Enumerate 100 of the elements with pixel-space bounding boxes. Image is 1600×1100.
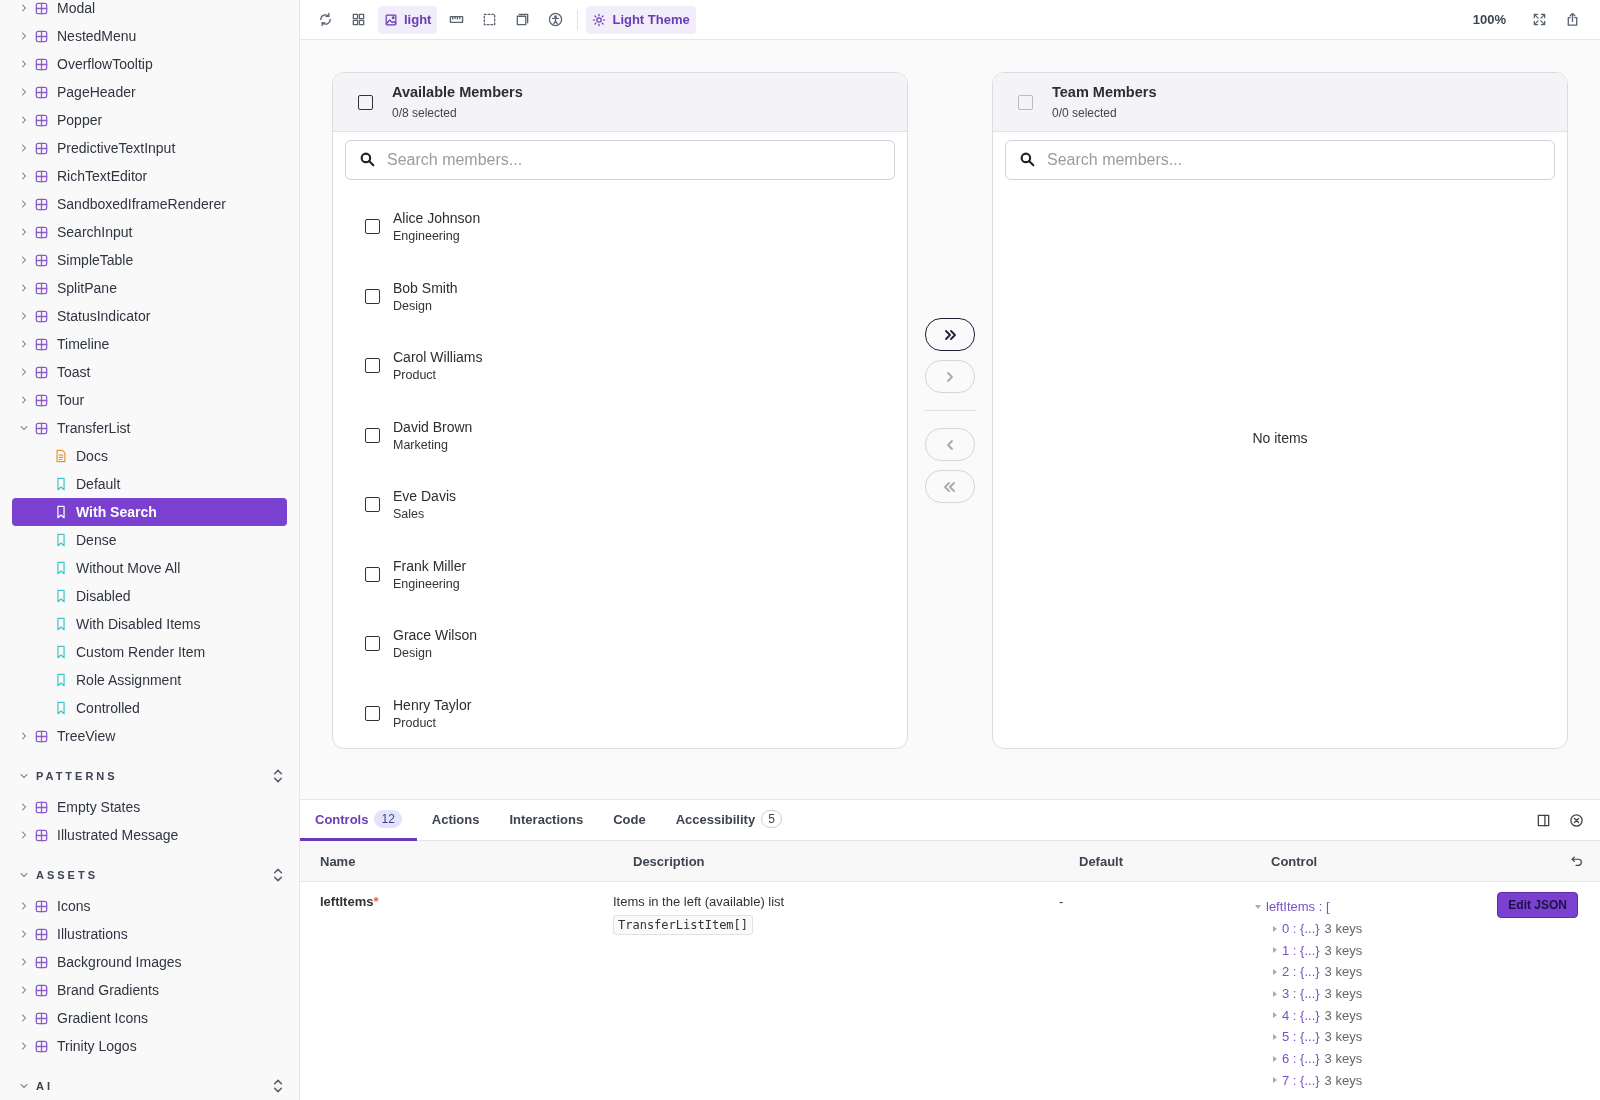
sidebar-item[interactable]: Controlled [12, 694, 287, 722]
item-checkbox[interactable] [365, 497, 380, 513]
panel-tab[interactable]: Actions [416, 800, 495, 841]
component-icon [34, 728, 49, 744]
component-icon [34, 0, 49, 16]
bookmark-icon [54, 477, 68, 491]
sidebar-item[interactable]: PredictiveTextInput [12, 134, 287, 162]
sidebar-item[interactable]: SimpleTable [12, 246, 287, 274]
sidebar-item[interactable]: Background Images [12, 948, 287, 976]
sidebar-item[interactable]: SandboxedIframeRenderer [12, 190, 287, 218]
tree-node[interactable]: 2 : {...} 3 keys [1255, 961, 1363, 983]
member-department: Design [393, 298, 433, 313]
member-department: Product [393, 715, 438, 730]
bookmark-icon [54, 533, 68, 547]
undo-icon[interactable] [1570, 854, 1584, 868]
tree-node[interactable]: 4 : {...} 3 keys [1255, 1004, 1363, 1027]
panel-tab[interactable]: Code [598, 800, 661, 841]
tree-node[interactable]: 5 : {...} 3 keys [1255, 1026, 1363, 1048]
accessibility-icon [548, 12, 564, 27]
empty-message: No items [1252, 430, 1308, 446]
default-value: - [1059, 894, 1064, 909]
member-department: Design [393, 646, 433, 661]
sidebar-item[interactable]: SearchInput [12, 218, 287, 246]
bookmark-icon [54, 561, 68, 575]
sidebar-item[interactable]: Role Assignment [12, 666, 287, 694]
bookmark-icon [54, 701, 68, 715]
sidebar-item[interactable]: Icons [12, 892, 287, 920]
bookmark-icon [54, 505, 68, 519]
item-checkbox[interactable] [365, 636, 380, 652]
sidebar-item[interactable]: Empty States [12, 793, 287, 821]
tree-node[interactable]: 3 : {...} 3 keys [1255, 982, 1363, 1005]
panel-tab[interactable]: Interactions [494, 800, 599, 841]
sidebar-item[interactable]: Illustrations [12, 920, 287, 948]
sidebar-item[interactable]: Timeline [12, 330, 287, 358]
sidebar-item[interactable]: Default [12, 470, 287, 498]
sidebar-item[interactable]: NestedMenu [12, 22, 287, 50]
panel-title: Available Members [392, 84, 523, 100]
toolbar-button[interactable]: Light Theme [586, 5, 696, 34]
section-header[interactable]: ASSETS [12, 861, 287, 889]
item-checkbox[interactable] [365, 288, 380, 304]
sidebar-item[interactable]: Modal [12, 0, 287, 22]
section-header[interactable]: AI [12, 1072, 287, 1100]
item-checkbox[interactable] [365, 358, 380, 374]
sidebar-item[interactable]: Tour [12, 386, 287, 414]
member-department: Product [393, 368, 438, 383]
close-icon[interactable] [1569, 812, 1584, 828]
tree-node[interactable]: 6 : {...} 3 keys [1255, 1047, 1363, 1070]
member-name: Henry Taylor [393, 696, 472, 713]
type-label: TransferListItem[] [613, 915, 754, 935]
item-checkbox[interactable] [365, 427, 380, 443]
sidebar-item[interactable]: With Search [12, 498, 287, 526]
sidebar-item[interactable]: With Disabled Items [12, 610, 287, 638]
tree-node[interactable]: leftItems : [ [1255, 896, 1363, 918]
sidebar-item[interactable]: Disabled [12, 582, 287, 610]
sidebar-item[interactable]: Illustrated Message [12, 821, 287, 849]
component-icon [34, 364, 49, 380]
panel-tab[interactable]: Accessibility 5 [660, 800, 797, 841]
component-icon [34, 252, 49, 268]
sidebar-item[interactable]: RichTextEditor [12, 162, 287, 190]
toolbar-button[interactable]: light [378, 5, 438, 34]
column-header: Name [319, 853, 356, 869]
sidebar-item[interactable]: Custom Render Item [12, 638, 287, 666]
sidebar-item[interactable]: StatusIndicator [12, 302, 287, 330]
tree-node[interactable]: 0 : {...} 3 keys [1255, 917, 1363, 940]
sidebar-item[interactable]: Trinity Logos [12, 1032, 287, 1060]
bookmark-icon [54, 617, 68, 631]
sidebar-panel-icon[interactable] [1536, 812, 1551, 828]
sidebar-item[interactable]: TreeView [12, 722, 287, 750]
search-field[interactable]: Search members... [345, 140, 895, 180]
sidebar-item[interactable]: Docs [12, 442, 287, 470]
select-all-checkbox[interactable] [358, 94, 373, 110]
item-checkbox[interactable] [365, 705, 380, 721]
tree-node[interactable]: 7 : {...} 3 keys [1255, 1069, 1363, 1092]
sidebar-item[interactable]: Brand Gradients [12, 976, 287, 1004]
image-icon [384, 12, 398, 27]
bookmark-icon [54, 673, 68, 687]
tree-node[interactable]: 1 : {...} 3 keys [1255, 939, 1363, 962]
bookmark-icon [54, 589, 68, 603]
bookmark-icon [54, 645, 68, 659]
selection-count: 0/0 selected [1052, 106, 1118, 120]
component-icon [34, 336, 49, 352]
sidebar-item[interactable]: OverflowTooltip [12, 50, 287, 78]
sidebar-item[interactable]: SplitPane [12, 274, 287, 302]
sidebar-item[interactable]: TransferList [12, 414, 287, 442]
component-icon [34, 1010, 49, 1026]
member-name: David Brown [393, 418, 473, 435]
section-header[interactable]: PATTERNS [12, 762, 287, 790]
sidebar-item[interactable]: Gradient Icons [12, 1004, 287, 1032]
member-department: Sales [393, 507, 426, 522]
item-checkbox[interactable] [365, 219, 380, 235]
item-checkbox[interactable] [365, 566, 380, 582]
component-icon [34, 224, 49, 240]
sidebar-item[interactable]: Dense [12, 526, 287, 554]
member-department: Marketing [393, 437, 449, 452]
sidebar-item[interactable]: Without Move All [12, 554, 287, 582]
move-all-right-button[interactable] [925, 318, 975, 351]
count-badge: 12 [374, 810, 402, 828]
sidebar-item[interactable]: Toast [12, 358, 287, 386]
sidebar-item[interactable]: PageHeader [12, 78, 287, 106]
sidebar-item[interactable]: Popper [12, 106, 287, 134]
